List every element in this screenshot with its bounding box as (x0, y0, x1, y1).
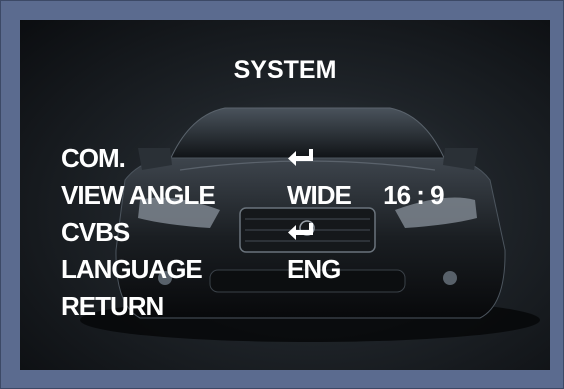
monitor-frame: SYSTEM COM. VIEW ANGLE WIDE 16 : 9 CVBS (0, 0, 564, 389)
menu-item-view-angle[interactable]: VIEW ANGLE WIDE 16 : 9 (61, 177, 531, 214)
view-angle-value: WIDE 16 : 9 (287, 177, 445, 214)
menu-item-label: RETURN (61, 291, 164, 321)
menu-item-language[interactable]: LANGUAGE ENG (61, 251, 531, 288)
enter-return-icon (288, 223, 313, 240)
view-angle-mode: WIDE (287, 180, 352, 210)
menu-item-label: COM. (61, 143, 126, 173)
enter-return-icon (288, 149, 313, 166)
menu-item-com[interactable]: COM. (61, 140, 531, 177)
menu-item-label: VIEW ANGLE (61, 180, 216, 210)
menu-item-label: LANGUAGE (61, 254, 203, 284)
menu-item-cvbs[interactable]: CVBS (61, 214, 531, 251)
language-value: ENG (287, 254, 341, 284)
menu-title: SYSTEM (233, 56, 337, 84)
osd-menu-list: COM. VIEW ANGLE WIDE 16 : 9 CVBS LANGUAG… (61, 140, 531, 325)
view-angle-ratio: 16 : 9 (383, 180, 444, 210)
osd-screen: SYSTEM COM. VIEW ANGLE WIDE 16 : 9 CVBS (20, 20, 550, 370)
menu-item-label: CVBS (61, 217, 130, 247)
menu-item-return[interactable]: RETURN (61, 288, 531, 325)
